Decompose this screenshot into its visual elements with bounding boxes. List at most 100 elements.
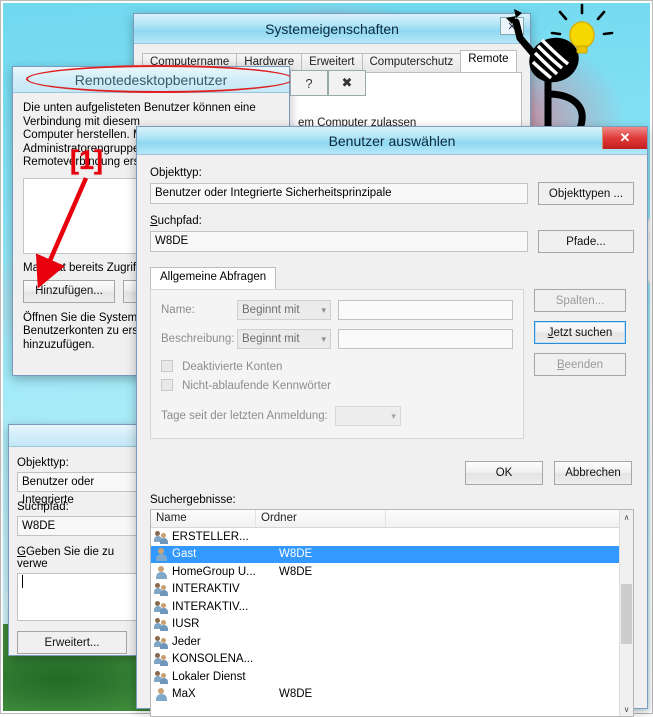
users-group-icon [154,600,169,614]
result-name: INTERAKTIV... [172,600,249,613]
objecttype-field[interactable]: Benutzer oder Integrierte Sicherheitspri… [150,183,528,204]
results-column-name[interactable]: Name [151,510,256,527]
table-row[interactable]: INTERAKTIV [151,581,633,599]
nonexpiring-passwords-checkbox[interactable]: Nicht-ablaufende Kennwörter [161,379,513,392]
searchpath-field-small[interactable]: W8DE [17,516,139,536]
chevron-down-icon: ▾ [391,410,396,421]
select-user-titlebar[interactable]: Benutzer auswählen ✕ [137,127,647,155]
remote-desktop-users-title: Remotedesktopbenutzer [74,71,228,88]
scrollbar-thumb[interactable] [621,584,632,644]
searchpath-label-small: Suchpfad: [17,501,69,513]
table-row[interactable]: MaX W8DE [151,686,633,704]
table-row[interactable]: INTERAKTIV... [151,598,633,616]
close-icon[interactable]: ✕ [500,17,524,35]
users-group-icon [154,670,169,684]
find-now-button[interactable]: Jetzt suchen [534,321,626,344]
table-row[interactable]: Gast W8DE [151,545,633,563]
results-label: Suchergebnisse: [150,494,634,506]
stop-button[interactable]: Beenden [534,353,626,376]
select-user-small-titlebar[interactable] [9,425,144,447]
query-panel: Name: Beginnt mit ▾ Beschreibung: Beginn… [150,289,524,439]
add-user-button[interactable]: Hinzufügen... [23,279,115,303]
result-name: IUSR [172,618,200,631]
table-row[interactable]: Jeder [151,633,633,651]
tab-allgemeine-abfragen[interactable]: Allgemeine Abfragen [150,267,277,289]
enter-names-label-text: Geben Sie die zu verwe [17,546,115,570]
name-value-field[interactable] [338,300,513,320]
cancel-button[interactable]: Abbrechen [554,461,632,485]
users-group-icon [154,635,169,649]
result-name: Jeder [172,635,201,648]
days-since-logon-label: Tage seit der letzten Anmeldung: [161,410,328,422]
annotation-marker-1: [1] [70,145,103,175]
advanced-button[interactable]: Erweitert... [17,631,127,654]
users-group-icon [154,652,169,667]
system-properties-title: Systemeigenschaften [265,20,399,37]
enter-names-field-small[interactable] [17,573,139,621]
days-since-logon-select[interactable]: ▾ [334,406,401,426]
searchpath-label-text: uchpfad: [157,215,202,227]
table-row[interactable]: ERSTELLER... [151,528,633,546]
tab-computerschutz[interactable]: Computerschutz [361,53,462,72]
users-group-icon [154,617,169,632]
pfade-button[interactable]: Pfade... [538,230,634,253]
name-operator-value: Beginnt mit [242,304,300,316]
chevron-down-icon: ▾ [321,304,326,315]
remote-desktop-users-titlebar[interactable]: Remotedesktopbenutzer [13,67,289,93]
remote-users-window-buttons[interactable]: ? ✖ [290,70,366,96]
help-icon[interactable]: ? [290,70,328,96]
disabled-accounts-checkbox[interactable]: Deaktivierte Konten [161,360,513,373]
result-name: HomeGroup U... [172,565,256,578]
description-label: Beschreibung: [161,333,237,345]
query-tabstrip[interactable]: Allgemeine Abfragen [150,267,524,289]
result-name: KONSOLENA... [172,653,254,666]
result-name: Lokaler Dienst [172,670,246,683]
result-folder: W8DE [279,688,313,701]
objecttypes-button[interactable]: Objekttypen ... [538,182,634,205]
table-row[interactable]: KONSOLENA... [151,651,633,669]
tab-remote[interactable]: Remote [460,50,517,72]
close-icon[interactable]: ✕ [602,127,647,149]
result-name: ERSTELLER... [172,530,249,543]
result-folder: W8DE [279,565,313,578]
objecttype-label-text: Objekttyp: [150,167,202,179]
name-operator-select[interactable]: Beginnt mit ▾ [237,300,331,320]
objecttype-field-small[interactable]: Benutzer oder Integrierte [17,472,139,506]
results-header-row[interactable]: Name Ordner [151,510,633,528]
close-icon[interactable]: ✖ [328,70,366,96]
nonexpiring-passwords-label: Nicht-ablaufende Kennwörter [182,380,332,392]
user-guest-icon [154,547,169,562]
objecttype-label: Objekttyp: [150,167,634,179]
ok-button[interactable]: OK [465,461,543,485]
system-properties-titlebar[interactable]: Systemeigenschaften ✕ [134,14,530,44]
scroll-up-icon[interactable]: ∧ [620,510,633,524]
select-user-title: Benutzer auswählen [328,132,456,149]
search-results-listview[interactable]: Name Ordner ERSTELLER... Gast W8DE HomeGrou… [150,509,634,717]
users-group-icon [154,582,169,597]
searchpath-field[interactable]: W8DE [150,231,528,252]
user-single-icon [154,687,169,702]
table-row[interactable]: Lokaler Dienst [151,668,633,686]
select-user-window[interactable]: Benutzer auswählen ✕ Objekttyp: Benutzer… [136,126,648,717]
result-name: INTERAKTIV [172,583,240,596]
table-row[interactable]: HomeGroup U... W8DE [151,563,633,581]
users-group-icon [154,530,169,544]
results-label-text: Suchergebnisse: [150,494,236,506]
disabled-accounts-label: Deaktivierte Konten [182,361,283,373]
results-column-ordner[interactable]: Ordner [256,510,386,527]
enter-names-label-small: GGeben Sie die zu verwe [17,546,115,570]
name-label-text: Name: [161,304,195,316]
result-folder: W8DE [279,548,313,561]
description-operator-value: Beginnt mit [242,333,300,345]
description-label-text: Beschreibung: [161,333,235,345]
results-scrollbar[interactable]: ∧ ∨ [619,510,633,716]
table-row[interactable]: IUSR [151,616,633,634]
select-user-small-window[interactable]: Objekttyp: Benutzer oder Integrierte Suc… [8,424,145,656]
chevron-down-icon: ▾ [321,333,326,344]
results-rows-container[interactable]: ERSTELLER... Gast W8DE HomeGroup U... W8DE IN… [151,528,633,703]
objecttype-label-small: Objekttyp: [17,457,69,469]
description-value-field[interactable] [338,329,513,349]
description-operator-select[interactable]: Beginnt mit ▾ [237,329,331,349]
columns-button[interactable]: Spalten... [534,289,626,312]
checkbox-icon [161,379,173,391]
